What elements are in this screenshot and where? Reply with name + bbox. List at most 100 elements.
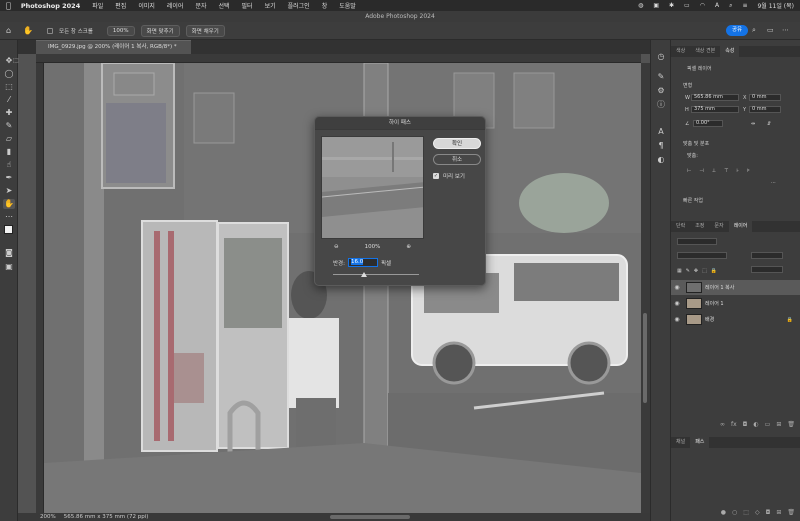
tab-adjustments[interactable]: 조정 — [690, 221, 709, 232]
layer-filter-field[interactable] — [677, 238, 717, 245]
stroke-path-icon[interactable]: ○ — [732, 508, 737, 518]
x-field[interactable]: 0 mm — [749, 94, 781, 101]
menu-filter[interactable]: 필터 — [242, 1, 253, 10]
vertical-scroll-thumb[interactable] — [643, 313, 647, 403]
fill-field[interactable] — [751, 266, 783, 273]
menu-layer[interactable]: 레이어 — [167, 1, 184, 10]
hand-tool-icon[interactable]: ✋ — [3, 199, 15, 209]
layer-name[interactable]: 레이어 1 복사 — [705, 284, 734, 291]
tab-swatches[interactable]: 색상 견본 — [690, 46, 720, 57]
history-icon[interactable]: ◷ — [656, 52, 666, 62]
path-select-tool-icon[interactable]: ➤ — [3, 186, 15, 196]
vertical-scrollbar[interactable] — [641, 63, 650, 513]
foreground-color-swatch[interactable] — [4, 225, 13, 234]
tab-properties[interactable]: 속성 — [720, 46, 740, 57]
input-method-icon[interactable]: A — [715, 2, 719, 9]
blend-mode-field[interactable] — [677, 252, 727, 259]
layer-row-background[interactable]: ◉ 배경 🔒 — [671, 312, 800, 327]
pen-tool-icon[interactable]: ✒ — [3, 173, 15, 183]
filter-preview[interactable] — [321, 136, 424, 239]
size-status[interactable]: 565.86 mm x 375 mm (72 ppi) — [64, 513, 149, 521]
visibility-eye-icon[interactable]: ◉ — [671, 284, 683, 291]
visibility-eye-icon[interactable]: ◉ — [671, 316, 683, 323]
zoom-out-icon[interactable]: ⊖ — [334, 244, 339, 250]
menu-select[interactable]: 선택 — [218, 1, 229, 10]
menu-type[interactable]: 문자 — [195, 1, 206, 10]
document-tab[interactable]: IMG_0929.jpg @ 200% (레이어 1 복사, RGB/8*) * — [36, 40, 191, 54]
delete-path-icon[interactable]: 🗑 — [787, 508, 795, 518]
tab-character[interactable]: 문자 — [709, 221, 728, 232]
add-mask-icon[interactable]: ◘ — [766, 508, 771, 518]
more-tools-icon[interactable]: ⋯ — [3, 212, 15, 222]
load-selection-icon[interactable]: ⬚ — [743, 508, 749, 518]
info-icon[interactable]: ⓘ — [656, 100, 666, 110]
share-button[interactable]: 공유 — [726, 25, 748, 36]
healing-brush-tool-icon[interactable]: ✚ — [3, 108, 15, 118]
zoom-status[interactable]: 200% — [40, 513, 56, 521]
fill-screen-button[interactable]: 화면 채우기 — [185, 24, 225, 37]
apple-icon[interactable]:  — [6, 1, 11, 10]
fit-screen-button[interactable]: 화면 맞추기 — [140, 24, 180, 37]
menu-image[interactable]: 이미지 — [138, 1, 155, 10]
status-icon[interactable]: ◍ — [638, 2, 643, 9]
angle-field[interactable]: 0.00° — [693, 120, 723, 127]
control-center-icon[interactable]: ≡ — [742, 2, 747, 9]
tab-channels[interactable]: 채널 — [671, 437, 690, 448]
transform-header[interactable]: 변형 — [683, 82, 692, 89]
quick-actions-header[interactable]: 빠른 작업 — [683, 197, 703, 204]
layer-row-copy[interactable]: ◉ 레이어 1 복사 — [671, 280, 800, 295]
battery-icon[interactable]: ▭ — [684, 2, 690, 9]
color-wheel-icon[interactable]: ◐ — [656, 155, 666, 165]
layer-name[interactable]: 레이어 1 — [705, 300, 724, 307]
menu-view[interactable]: 보기 — [265, 1, 276, 10]
tab-layers[interactable]: 레이어 — [728, 221, 753, 232]
menu-help[interactable]: 도움말 — [339, 1, 356, 10]
menu-window[interactable]: 창 — [322, 1, 328, 10]
character-icon[interactable]: A — [656, 127, 666, 137]
y-field[interactable]: 0 mm — [749, 106, 781, 113]
group-icon[interactable]: ▭ — [765, 420, 771, 430]
bluetooth-icon[interactable]: ✱ — [669, 2, 674, 9]
preview-toggle[interactable]: ✓ 미리 보기 — [433, 172, 465, 180]
align-icons[interactable]: ⊢⊣⊥⊤⊦⊧ — [687, 168, 758, 174]
tab-color[interactable]: 색상 — [671, 46, 690, 57]
hand-tool-icon[interactable]: ✋ — [23, 26, 33, 35]
new-layer-icon[interactable]: ⊞ — [776, 420, 781, 430]
scroll-all-checkbox[interactable] — [47, 27, 54, 34]
preview-checkbox[interactable]: ✓ — [433, 173, 439, 179]
link-layers-icon[interactable]: ∞ — [720, 420, 725, 430]
visibility-eye-icon[interactable]: ◉ — [671, 300, 683, 307]
ok-button[interactable]: 확인 — [433, 138, 481, 149]
eraser-tool-icon[interactable]: ▱ — [3, 134, 15, 144]
photoshop-status-icon[interactable]: ▣ — [653, 2, 659, 9]
width-field[interactable]: 565.86 mm — [691, 94, 739, 101]
wifi-icon[interactable]: ◠ — [700, 2, 705, 9]
more-icon[interactable]: ⋯ — [782, 26, 790, 34]
add-mask-icon[interactable]: ◘ — [743, 420, 748, 430]
new-path-icon[interactable]: ⊞ — [776, 508, 781, 518]
zoom-in-icon[interactable]: ⊕ — [406, 244, 411, 250]
workspace-icon[interactable]: ▭ — [767, 26, 775, 34]
flip-horizontal-icon[interactable]: ⇹ — [751, 121, 755, 127]
eyedropper-tool-icon[interactable]: ⁄ — [3, 95, 15, 105]
layer-name[interactable]: 배경 — [705, 316, 714, 323]
tab-paths[interactable]: 패스 — [690, 437, 710, 448]
brush-settings-icon[interactable]: ✎ — [656, 72, 666, 82]
fill-path-icon[interactable]: ● — [721, 508, 726, 518]
search-icon[interactable]: ⌕ — [752, 26, 760, 34]
zoom-100-button[interactable]: 100% — [106, 25, 135, 36]
height-field[interactable]: 375 mm — [691, 106, 739, 113]
delete-layer-icon[interactable]: 🗑 — [787, 420, 795, 430]
menu-edit[interactable]: 편집 — [115, 1, 126, 10]
adjustments-icon[interactable]: ⚙ — [656, 86, 666, 96]
app-name-menu[interactable]: Photoshop 2024 — [21, 2, 80, 10]
layer-row-layer1[interactable]: ◉ 레이어 1 — [671, 296, 800, 311]
adjustment-layer-icon[interactable]: ◐ — [753, 420, 758, 430]
fx-icon[interactable]: fx — [731, 420, 737, 430]
make-path-icon[interactable]: ◇ — [755, 508, 760, 518]
brush-tool-icon[interactable]: ✎ — [3, 121, 15, 131]
menu-file[interactable]: 파일 — [92, 1, 103, 10]
menubar-date[interactable]: 9월 11일 (목) — [757, 1, 794, 10]
vertical-ruler[interactable] — [36, 63, 44, 513]
smudge-tool-icon[interactable]: ☝ — [3, 160, 15, 170]
